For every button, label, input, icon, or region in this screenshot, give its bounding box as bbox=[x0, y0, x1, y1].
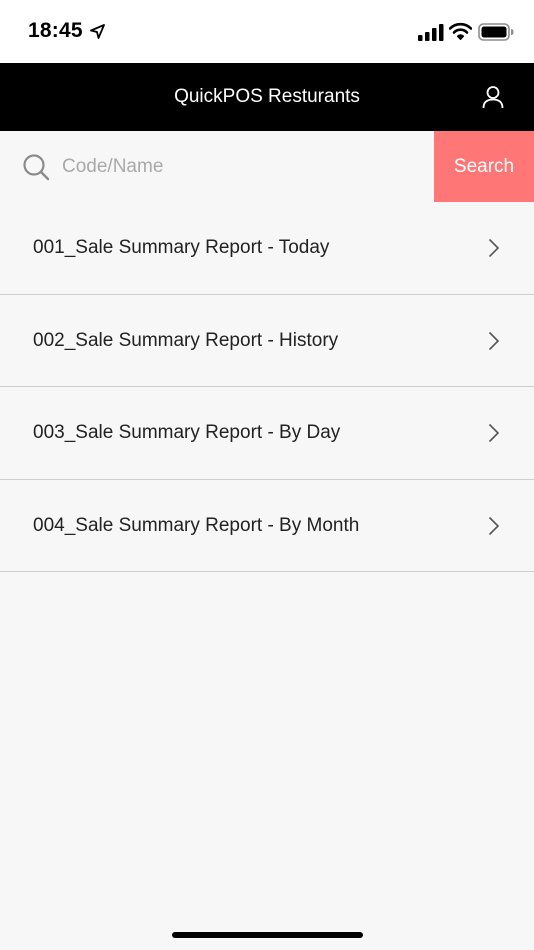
list-item[interactable]: 001_Sale Summary Report - Today bbox=[0, 202, 534, 295]
report-list: 001_Sale Summary Report - Today 002_Sale… bbox=[0, 202, 534, 572]
chevron-right-icon bbox=[488, 331, 500, 350]
search-bar: Search bbox=[0, 131, 534, 202]
search-icon bbox=[23, 154, 50, 181]
search-input[interactable] bbox=[62, 147, 422, 187]
screen: 18:45 QuickPOS Resturants Code/Name Sear… bbox=[0, 0, 534, 950]
header-title: QuickPOS Resturants bbox=[174, 86, 360, 107]
chevron-right-icon bbox=[488, 423, 500, 443]
battery-icon bbox=[478, 23, 514, 41]
report-label: 003_Sale Summary Report - By Day bbox=[33, 422, 341, 443]
report-label: 004_Sale Summary Report - By Month bbox=[33, 514, 360, 536]
wifi-icon bbox=[449, 22, 472, 40]
search-button[interactable]: Search bbox=[434, 131, 534, 202]
home-indicator[interactable] bbox=[172, 932, 363, 938]
report-label: 002_Sale Summary Report - History bbox=[33, 329, 339, 351]
chevron-right-icon bbox=[488, 238, 500, 258]
location-arrow-icon bbox=[90, 24, 105, 39]
profile-button[interactable] bbox=[480, 84, 506, 110]
status-bar: 18:45 bbox=[0, 0, 534, 63]
user-icon bbox=[482, 86, 504, 109]
app-header: QuickPOS Resturants bbox=[0, 63, 534, 131]
chevron-right-icon bbox=[488, 516, 500, 535]
cellular-signal-icon bbox=[418, 24, 444, 41]
list-item[interactable]: 002_Sale Summary Report - History bbox=[0, 295, 534, 387]
list-item[interactable]: 003_Sale Summary Report - By Day bbox=[0, 387, 534, 480]
report-label: 001_Sale Summary Report - Today bbox=[33, 237, 330, 258]
list-item[interactable]: 004_Sale Summary Report - By Month bbox=[0, 480, 534, 572]
status-time: 18:45 bbox=[28, 19, 83, 42]
